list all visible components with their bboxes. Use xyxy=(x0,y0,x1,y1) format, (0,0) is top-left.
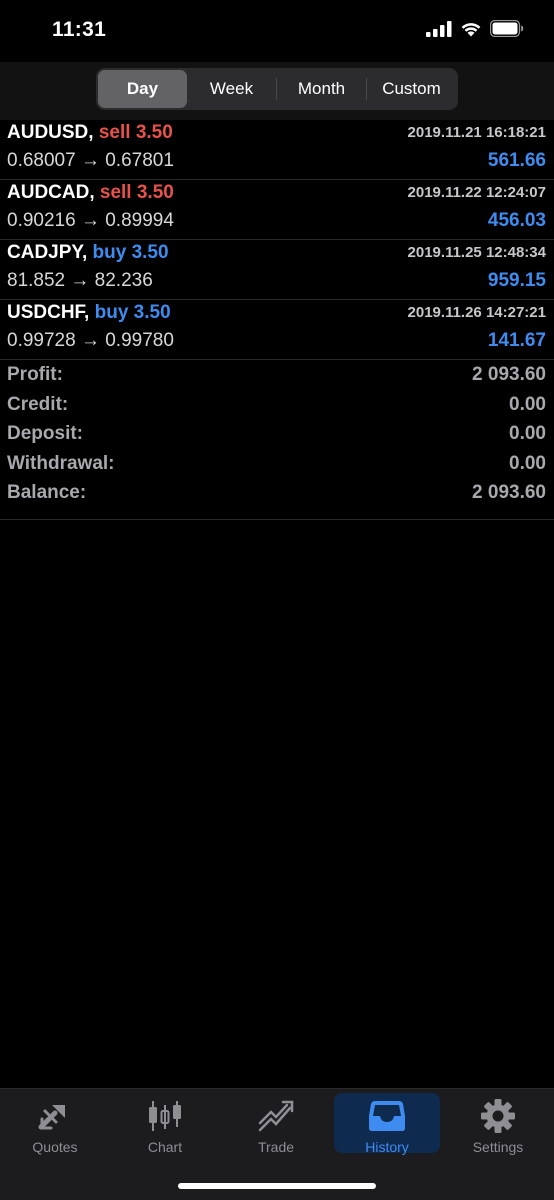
trade-time: 2019.11.25 12:48:34 xyxy=(407,244,546,261)
tab-chart[interactable]: Chart xyxy=(112,1093,218,1155)
summary-row-balance: Balance: 2 093.60 xyxy=(0,478,554,508)
trade-row[interactable]: USDCHF, buy 3.50 2019.11.26 14:27:21 0.9… xyxy=(0,300,554,360)
trade-history-list: AUDUSD, sell 3.50 2019.11.21 16:18:21 0.… xyxy=(0,120,554,360)
tab-label: History xyxy=(365,1139,409,1155)
summary-value: 2 093.60 xyxy=(472,364,546,385)
summary-value: 0.00 xyxy=(509,423,546,444)
tab-label: Chart xyxy=(147,1139,183,1155)
period-segmented-control: Day Week Month Custom xyxy=(96,68,458,110)
summary-row-credit: Credit: 0.00 xyxy=(0,390,554,420)
summary-row-withdrawal: Withdrawal: 0.00 xyxy=(0,449,554,479)
segment-week[interactable]: Week xyxy=(187,70,276,108)
summary-value: 0.00 xyxy=(509,393,546,415)
trade-symbol: CADJPY, xyxy=(7,242,88,263)
summary-label: Balance: xyxy=(7,482,87,503)
trade-side: buy 3.50 xyxy=(92,242,169,263)
tab-history[interactable]: History xyxy=(334,1093,440,1155)
summary-row-deposit: Deposit: 0.00 xyxy=(0,419,554,449)
tab-label: Settings xyxy=(472,1139,524,1155)
history-icon xyxy=(369,1101,405,1131)
trade-profit: 456.03 xyxy=(487,210,546,231)
trade-prices: 81.852 → 82.236 xyxy=(7,270,153,291)
trade-prices: 0.68007 → 0.67801 xyxy=(7,150,174,171)
summary-label: Withdrawal: xyxy=(7,452,115,474)
account-summary: Profit: 2 093.60 Credit: 0.00 Deposit: 0… xyxy=(0,360,554,520)
tab-label: Quotes xyxy=(32,1139,78,1155)
trade-symbol: AUDCAD, xyxy=(7,182,95,203)
summary-label: Credit: xyxy=(7,393,69,415)
segment-day[interactable]: Day xyxy=(98,70,187,108)
trade-side: sell 3.50 xyxy=(99,182,174,203)
trade-symbol-line: AUDCAD, sell 3.50 xyxy=(7,182,174,204)
trade-profit: 959.15 xyxy=(487,270,546,291)
summary-label: Deposit: xyxy=(7,423,83,444)
status-time: 11:31 xyxy=(52,18,107,41)
summary-label: Profit: xyxy=(7,364,63,385)
trade-profit: 561.66 xyxy=(487,150,546,171)
wifi-icon xyxy=(461,22,481,36)
cellular-signal-icon xyxy=(426,20,452,37)
segment-month[interactable]: Month xyxy=(277,70,366,108)
trade-prices: 0.90216 → 0.89994 xyxy=(7,210,174,231)
status-bar: 11:31 xyxy=(0,0,554,62)
summary-value: 2 093.60 xyxy=(472,482,546,503)
trade-row[interactable]: CADJPY, buy 3.50 2019.11.25 12:48:34 81.… xyxy=(0,240,554,300)
trade-icon xyxy=(258,1100,294,1132)
summary-value: 0.00 xyxy=(509,452,546,474)
trade-side: buy 3.50 xyxy=(94,302,171,323)
trade-row[interactable]: AUDCAD, sell 3.50 2019.11.22 12:24:07 0.… xyxy=(0,180,554,240)
trade-prices: 0.99728 → 0.99780 xyxy=(7,330,174,351)
trade-symbol-line: AUDUSD, sell 3.50 xyxy=(7,122,173,144)
trade-symbol-line: CADJPY, buy 3.50 xyxy=(7,242,169,264)
settings-icon xyxy=(481,1099,515,1133)
chart-icon xyxy=(149,1101,181,1131)
trade-profit: 141.67 xyxy=(487,330,546,351)
segment-custom[interactable]: Custom xyxy=(367,70,456,108)
home-indicator[interactable] xyxy=(178,1183,376,1189)
trade-symbol: USDCHF, xyxy=(7,302,90,323)
trade-side: sell 3.50 xyxy=(98,122,173,143)
battery-icon xyxy=(490,20,524,37)
trade-time: 2019.11.26 14:27:21 xyxy=(407,304,546,321)
trade-time: 2019.11.21 16:18:21 xyxy=(407,124,546,141)
tab-quotes[interactable]: Quotes xyxy=(2,1093,108,1155)
tab-settings[interactable]: Settings xyxy=(445,1093,551,1155)
trade-symbol-line: USDCHF, buy 3.50 xyxy=(7,302,171,324)
tab-label: Trade xyxy=(257,1139,295,1155)
summary-row-profit: Profit: 2 093.60 xyxy=(0,360,554,390)
period-header: Day Week Month Custom xyxy=(0,62,554,120)
trade-row[interactable]: AUDUSD, sell 3.50 2019.11.21 16:18:21 0.… xyxy=(0,120,554,180)
quotes-icon xyxy=(38,1105,65,1130)
trade-time: 2019.11.22 12:24:07 xyxy=(407,184,546,201)
status-icons xyxy=(426,20,524,37)
tab-trade[interactable]: Trade xyxy=(223,1093,329,1155)
trade-symbol: AUDUSD, xyxy=(7,122,94,143)
